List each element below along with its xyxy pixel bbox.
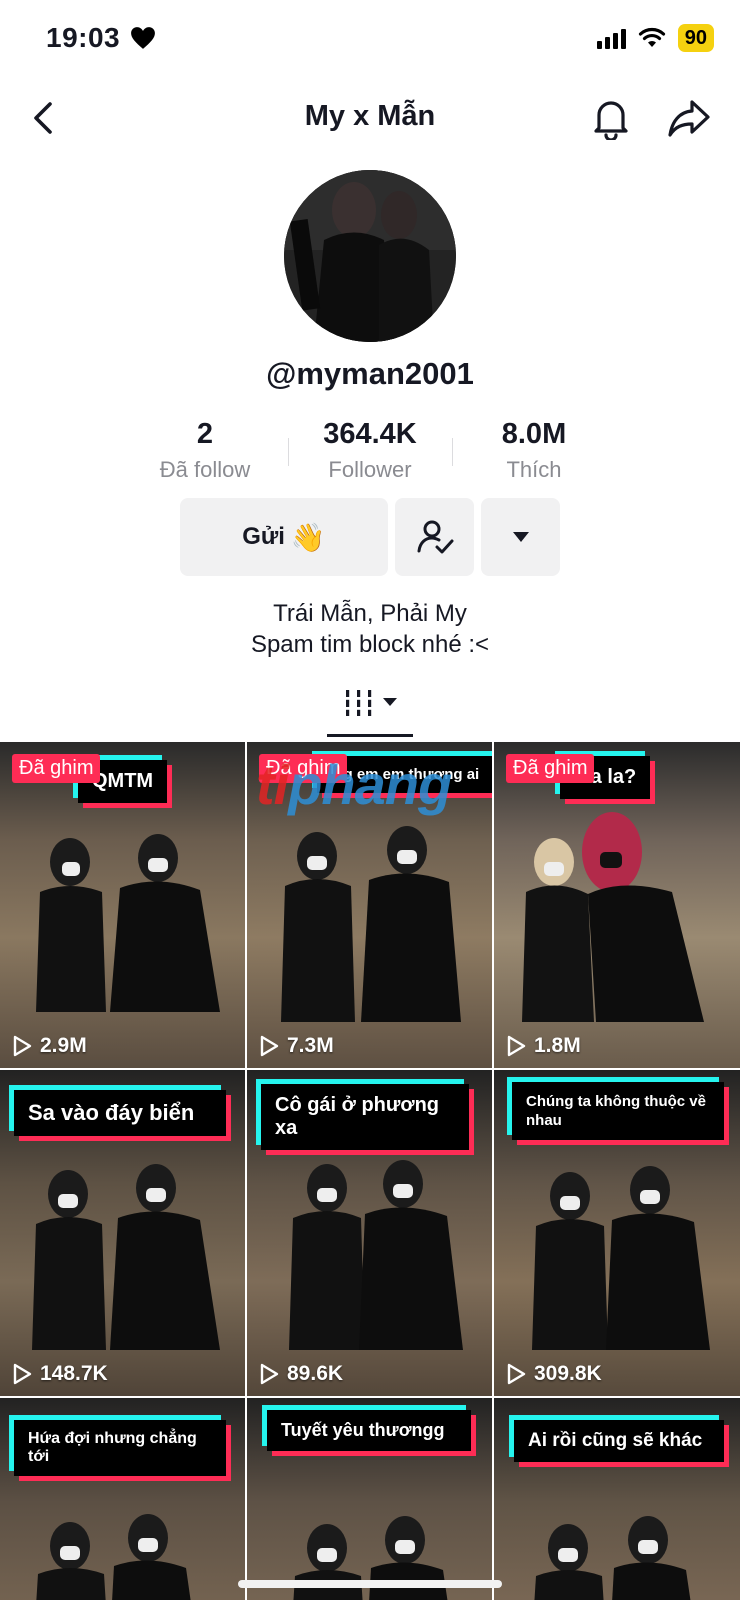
caret-down-icon	[512, 532, 529, 542]
video-caption: Chúng ta không thuộc về nhau	[512, 1082, 724, 1140]
view-count: 1.8M	[506, 1034, 581, 1058]
video-caption: Tuyết yêu thươngg	[267, 1410, 471, 1451]
status-indicators: 90	[596, 24, 714, 52]
bio-line: Spam tim block nhé :<	[250, 631, 490, 658]
view-count-text: 2.9M	[40, 1034, 87, 1057]
grid-view-icon	[342, 690, 397, 716]
likes-stat: 8.0M Thích	[454, 418, 614, 483]
likes-count: 8.0M	[501, 418, 567, 450]
heart-icon	[131, 27, 155, 49]
video-thumbnail	[532, 1166, 710, 1350]
user-check-icon	[417, 520, 453, 554]
video-caption: Ai rồi cũng sẽ khác	[514, 1420, 724, 1462]
view-count-text: 309.8K	[534, 1362, 602, 1385]
video-grid: QMTM Đã ghim 2.9M ...g em em thương ai Đ…	[0, 742, 740, 1600]
pinned-badge: Đã ghim	[506, 754, 595, 783]
status-bar: 19:03 90	[0, 0, 740, 80]
video-thumbnail	[289, 1160, 463, 1350]
view-count-text: 148.7K	[40, 1362, 108, 1385]
view-count-text: 1.8M	[534, 1034, 581, 1057]
play-icon	[260, 1363, 279, 1385]
video-tile[interactable]: Tuyết yêu thươngg	[247, 1398, 492, 1600]
profile-stats: 2 Đã follow 364.4K Follower 8.0M Thích	[0, 418, 740, 488]
play-icon	[260, 1035, 279, 1057]
bio-line: Trái Mẫn, Phải My	[273, 600, 467, 627]
video-caption: Cô gái ở phương xa	[261, 1084, 469, 1150]
avatar[interactable]	[284, 170, 456, 342]
video-thumbnail	[522, 812, 704, 1022]
watermark-part: ti	[256, 753, 289, 816]
watermark-logo: tiphang	[256, 752, 452, 817]
view-count: 309.8K	[506, 1362, 602, 1386]
stat-divider	[452, 438, 453, 466]
pinned-badge: Đã ghim	[12, 754, 101, 783]
video-tile[interactable]: QMTM Đã ghim 2.9M	[0, 742, 245, 1068]
username: @myman2001	[266, 356, 474, 391]
profile-bio: Trái Mẫn, Phải My Spam tim block nhé :<	[0, 598, 740, 660]
play-icon	[507, 1363, 526, 1385]
stat-divider	[288, 438, 289, 466]
tab-videos[interactable]	[327, 680, 417, 740]
battery-level: 90	[677, 24, 714, 52]
likes-label: Thích	[506, 457, 562, 482]
more-options-button[interactable]	[481, 498, 560, 576]
send-button-label: Gửi	[242, 523, 285, 550]
active-tab-indicator	[327, 734, 413, 737]
cellular-signal-icon	[596, 27, 626, 49]
content-tabs	[0, 680, 740, 740]
send-message-button[interactable]: Gửi 👋	[180, 498, 388, 576]
profile-actions: Gửi 👋	[0, 498, 740, 578]
following-label: Đã follow	[159, 457, 251, 482]
video-tile[interactable]: Cô gái ở phương xa 89.6K	[247, 1070, 492, 1396]
following-count: 2	[196, 418, 214, 450]
video-tile[interactable]: ...a la? Đã ghim 1.8M	[494, 742, 740, 1068]
video-tile[interactable]: Chúng ta không thuộc về nhau 309.8K	[494, 1070, 740, 1396]
following-stat[interactable]: 2 Đã follow	[125, 418, 285, 483]
view-count-text: 7.3M	[287, 1034, 334, 1057]
video-caption: Sa vào đáy biển	[14, 1090, 226, 1136]
view-count: 89.6K	[259, 1362, 343, 1386]
video-thumbnail	[36, 834, 220, 1012]
video-caption: Hứa đợi nhưng chẳng tới	[14, 1420, 226, 1476]
followers-stat[interactable]: 364.4K Follower	[290, 418, 450, 483]
view-count-text: 89.6K	[287, 1362, 344, 1385]
view-count: 2.9M	[12, 1034, 87, 1058]
home-indicator[interactable]	[238, 1580, 502, 1588]
view-count: 7.3M	[259, 1034, 334, 1058]
share-icon[interactable]	[666, 96, 712, 140]
play-icon	[13, 1035, 32, 1057]
top-nav: My x Mẫn	[0, 88, 740, 148]
video-tile[interactable]: Ai rồi cũng sẽ khác	[494, 1398, 740, 1600]
video-thumbnail	[534, 1516, 691, 1600]
bell-icon[interactable]	[590, 96, 632, 140]
video-thumbnail	[32, 1164, 220, 1350]
video-thumbnail	[36, 1514, 191, 1600]
wifi-icon	[638, 27, 665, 47]
video-tile[interactable]: Sa vào đáy biển 148.7K	[0, 1070, 245, 1396]
followers-label: Follower	[328, 457, 412, 482]
video-thumbnail	[281, 826, 461, 1022]
waving-hand-icon: 👋	[290, 521, 326, 553]
view-count: 148.7K	[12, 1362, 108, 1386]
play-icon	[13, 1363, 32, 1385]
status-time: 19:03	[46, 22, 121, 53]
following-status-button[interactable]	[395, 498, 474, 576]
play-icon	[507, 1035, 526, 1057]
followers-count: 364.4K	[323, 418, 417, 450]
video-tile[interactable]: Hứa đợi nhưng chẳng tới	[0, 1398, 245, 1600]
watermark-part: phang	[288, 753, 452, 816]
